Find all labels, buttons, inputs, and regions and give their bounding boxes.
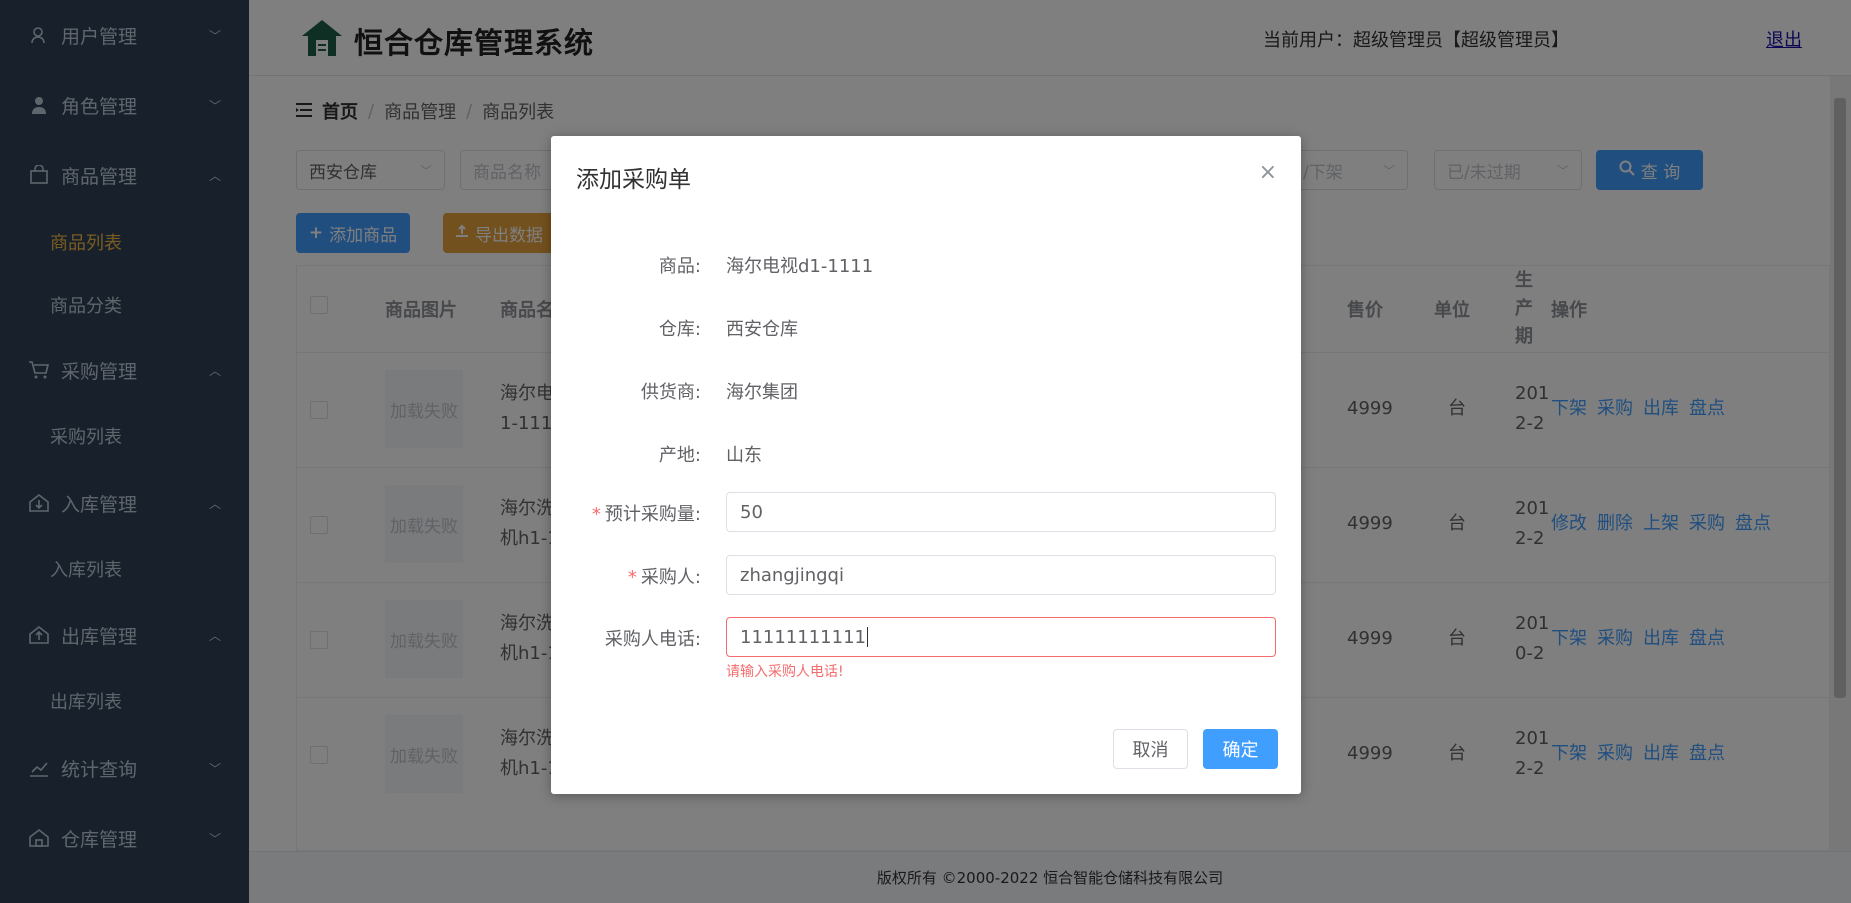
supplier-value: 海尔集团 xyxy=(726,382,798,403)
add-purchase-dialog: 添加采购单 × 商品: 海尔电视d1-1111 仓库: 西安仓库 供货商: 海尔… xyxy=(551,136,1301,794)
form-row-goods: 商品: 海尔电视d1-1111 xyxy=(551,244,1301,284)
required-mark: * xyxy=(591,504,601,525)
confirm-button[interactable]: 确定 xyxy=(1203,729,1278,769)
cancel-button[interactable]: 取消 xyxy=(1113,729,1188,769)
phone-label: 采购人电话: xyxy=(604,629,701,650)
phone-error-message: 请输入采购人电话! xyxy=(726,664,844,680)
warehouse-label: 仓库: xyxy=(658,319,701,340)
phone-input[interactable]: 11111111111 xyxy=(726,617,1276,657)
text-caret xyxy=(866,627,868,647)
buyer-label-text: 采购人: xyxy=(640,567,701,588)
buyer-input[interactable]: zhangjingqi xyxy=(726,555,1276,595)
phone-input-value: 11111111111 xyxy=(740,626,866,648)
origin-label: 产地: xyxy=(658,445,701,466)
buyer-label: * 采购人: xyxy=(501,563,701,589)
close-icon[interactable]: × xyxy=(1259,162,1277,184)
quantity-label: * 预计采购量: xyxy=(501,500,701,526)
form-row-phone: 采购人电话: 11111111111 请输入采购人电话! xyxy=(551,617,1301,680)
required-mark: * xyxy=(627,567,637,588)
form-row-quantity: * 预计采购量: 50 xyxy=(551,492,1301,532)
form-row-buyer: * 采购人: zhangjingqi xyxy=(551,555,1301,595)
quantity-input[interactable]: 50 xyxy=(726,492,1276,532)
goods-value: 海尔电视d1-1111 xyxy=(726,256,874,277)
warehouse-value: 西安仓库 xyxy=(726,319,798,340)
quantity-label-text: 预计采购量: xyxy=(604,504,701,525)
dialog-title: 添加采购单 xyxy=(576,167,691,193)
form-row-warehouse: 仓库: 西安仓库 xyxy=(551,307,1301,347)
goods-label: 商品: xyxy=(658,256,701,277)
supplier-label: 供货商: xyxy=(640,382,701,403)
form-row-supplier: 供货商: 海尔集团 xyxy=(551,370,1301,410)
origin-value: 山东 xyxy=(726,445,762,466)
form-row-origin: 产地: 山东 xyxy=(551,433,1301,473)
